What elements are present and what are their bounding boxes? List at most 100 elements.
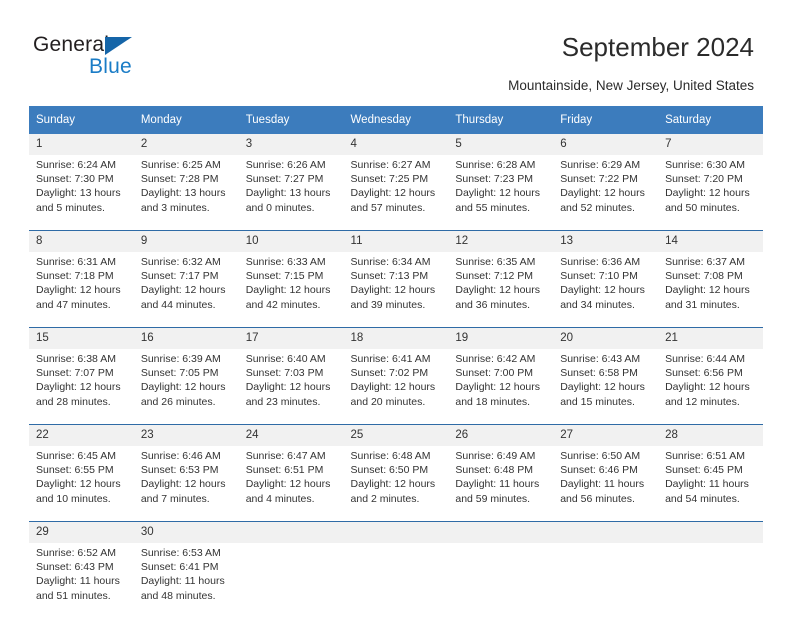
day-cell[interactable]: Sunrise: 6:37 AM Sunset: 7:08 PM Daylight:… <box>658 252 763 327</box>
day-number-row: 29 30 <box>29 522 763 543</box>
daylight-text-line1: Daylight: 12 hours <box>245 381 331 394</box>
daylight-text-line2: and 23 minutes. <box>245 395 321 408</box>
day-number[interactable]: 21 <box>658 328 763 349</box>
sunrise-text: Sunrise: 6:38 AM <box>36 353 116 365</box>
day-cell[interactable]: Sunrise: 6:30 AM Sunset: 7:20 PM Daylight:… <box>658 155 763 230</box>
day-cell[interactable]: Sunrise: 6:28 AM Sunset: 7:23 PM Daylight:… <box>448 155 554 230</box>
daylight-text-line2: and 47 minutes. <box>36 298 111 311</box>
day-cell[interactable]: Sunrise: 6:33 AM Sunset: 7:15 PM Daylight:… <box>238 252 344 327</box>
day-cell[interactable]: Sunrise: 6:43 AM Sunset: 6:58 PM Daylight:… <box>553 349 659 424</box>
day-number[interactable]: 12 <box>448 231 554 252</box>
daylight-text-line1: Daylight: 11 hours <box>665 478 749 491</box>
day-cell[interactable]: Sunrise: 6:51 AM Sunset: 6:45 PM Daylight:… <box>658 446 763 521</box>
day-cell-empty <box>343 543 449 618</box>
daylight-text-line1: Daylight: 13 hours <box>140 187 226 200</box>
day-cell[interactable]: Sunrise: 6:31 AM Sunset: 7:18 PM Daylight:… <box>29 252 134 327</box>
day-number[interactable]: 18 <box>343 328 449 349</box>
day-cell[interactable]: Sunrise: 6:32 AM Sunset: 7:17 PM Daylight:… <box>133 252 239 327</box>
day-cell[interactable]: Sunrise: 6:24 AM Sunset: 7:30 PM Daylight:… <box>29 155 134 230</box>
day-cell[interactable]: Sunrise: 6:41 AM Sunset: 7:02 PM Daylight:… <box>343 349 449 424</box>
daylight-text-line1: Daylight: 12 hours <box>665 381 750 394</box>
day-number[interactable]: 14 <box>658 231 763 252</box>
day-number[interactable]: 19 <box>448 328 554 349</box>
calendar-body: 1 2 3 4 5 6 7 Sunrise: 6:24 AM Sunset: 7:30 PM Da… <box>29 134 763 618</box>
day-number[interactable]: 26 <box>448 425 554 446</box>
day-cell[interactable]: Sunrise: 6:36 AM Sunset: 7:10 PM Daylight:… <box>553 252 659 327</box>
day-cell[interactable]: Sunrise: 6:29 AM Sunset: 7:22 PM Daylight:… <box>553 155 659 230</box>
day-cell[interactable]: Sunrise: 6:46 AM Sunset: 6:53 PM Daylight:… <box>133 446 239 521</box>
day-cell[interactable]: Sunrise: 6:45 AM Sunset: 6:55 PM Daylight:… <box>29 446 134 521</box>
day-number[interactable]: 2 <box>133 134 239 155</box>
day-cell[interactable]: Sunrise: 6:26 AM Sunset: 7:27 PM Daylight:… <box>238 155 344 230</box>
general-blue-logo[interactable]: General Blue <box>33 33 203 83</box>
day-cell[interactable]: Sunrise: 6:42 AM Sunset: 7:00 PM Daylight:… <box>448 349 554 424</box>
day-number[interactable]: 13 <box>553 231 659 252</box>
day-cell[interactable]: Sunrise: 6:52 AM Sunset: 6:43 PM Daylight:… <box>29 543 134 618</box>
day-number[interactable]: 25 <box>343 425 449 446</box>
day-cell[interactable]: Sunrise: 6:47 AM Sunset: 6:51 PM Daylight:… <box>238 446 344 521</box>
day-cell[interactable]: Sunrise: 6:49 AM Sunset: 6:48 PM Daylight:… <box>448 446 554 521</box>
daylight-text-line2: and 54 minutes. <box>665 492 740 505</box>
calendar-page: General Blue September 2024 Mountainside… <box>0 0 792 618</box>
day-cell[interactable]: Sunrise: 6:39 AM Sunset: 7:05 PM Daylight:… <box>133 349 239 424</box>
sunrise-text: Sunrise: 6:37 AM <box>665 256 746 268</box>
day-number[interactable]: 5 <box>448 134 554 155</box>
day-number[interactable]: 10 <box>238 231 344 252</box>
sunset-text: Sunset: 6:43 PM <box>36 561 114 574</box>
sunrise-text: Sunrise: 6:53 AM <box>140 547 221 559</box>
sunrise-text: Sunrise: 6:27 AM <box>350 159 431 171</box>
daylight-text-line1: Daylight: 12 hours <box>245 284 331 297</box>
sunrise-text: Sunrise: 6:31 AM <box>36 256 116 268</box>
daylight-text-line1: Daylight: 12 hours <box>36 284 121 297</box>
day-number[interactable]: 24 <box>238 425 344 446</box>
daylight-text-line2: and 59 minutes. <box>455 492 531 505</box>
sunrise-text: Sunrise: 6:46 AM <box>140 450 221 462</box>
day-number[interactable]: 1 <box>29 134 134 155</box>
day-details-row: Sunrise: 6:52 AM Sunset: 6:43 PM Daylight:… <box>29 543 763 618</box>
day-number[interactable]: 8 <box>29 231 134 252</box>
sunrise-text: Sunrise: 6:33 AM <box>245 256 326 268</box>
sunset-text: Sunset: 7:20 PM <box>665 173 743 186</box>
day-number[interactable]: 15 <box>29 328 134 349</box>
sunrise-text: Sunrise: 6:34 AM <box>350 256 431 268</box>
daylight-text-line1: Daylight: 12 hours <box>665 187 750 200</box>
day-number[interactable]: 11 <box>343 231 449 252</box>
day-number[interactable]: 29 <box>29 522 134 543</box>
day-cell[interactable]: Sunrise: 6:27 AM Sunset: 7:25 PM Daylight:… <box>343 155 449 230</box>
daylight-text-line2: and 20 minutes. <box>350 395 426 408</box>
day-cell[interactable]: Sunrise: 6:44 AM Sunset: 6:56 PM Daylight:… <box>658 349 763 424</box>
daylight-text-line1: Daylight: 12 hours <box>140 478 226 491</box>
day-number[interactable]: 7 <box>658 134 763 155</box>
day-number[interactable]: 4 <box>343 134 449 155</box>
day-number[interactable]: 9 <box>133 231 239 252</box>
daylight-text-line1: Daylight: 13 hours <box>245 187 331 200</box>
day-number-row: 22 23 24 25 26 27 28 <box>29 425 763 446</box>
day-number[interactable]: 28 <box>658 425 763 446</box>
daylight-text-line2: and 44 minutes. <box>140 298 216 311</box>
day-cell[interactable]: Sunrise: 6:34 AM Sunset: 7:13 PM Daylight:… <box>343 252 449 327</box>
daylight-text-line2: and 51 minutes. <box>36 589 111 602</box>
day-number[interactable]: 16 <box>133 328 239 349</box>
sunset-text: Sunset: 7:03 PM <box>245 367 324 380</box>
day-cell[interactable]: Sunrise: 6:35 AM Sunset: 7:12 PM Daylight:… <box>448 252 554 327</box>
day-number[interactable]: 27 <box>553 425 659 446</box>
day-cell[interactable]: Sunrise: 6:40 AM Sunset: 7:03 PM Daylight:… <box>238 349 344 424</box>
daylight-text-line2: and 31 minutes. <box>665 298 740 311</box>
sunrise-sunset-calendar: Sunday Monday Tuesday Wednesday Thursday… <box>29 106 763 618</box>
daylight-text-line2: and 28 minutes. <box>36 395 111 408</box>
day-number[interactable]: 22 <box>29 425 134 446</box>
day-number[interactable]: 30 <box>133 522 239 543</box>
day-number[interactable]: 20 <box>553 328 659 349</box>
day-number[interactable]: 17 <box>238 328 344 349</box>
sunset-text: Sunset: 6:45 PM <box>665 464 743 477</box>
day-cell[interactable]: Sunrise: 6:48 AM Sunset: 6:50 PM Daylight:… <box>343 446 449 521</box>
day-number[interactable]: 23 <box>133 425 239 446</box>
day-details-row: Sunrise: 6:24 AM Sunset: 7:30 PM Daylight:… <box>29 155 763 230</box>
day-cell[interactable]: Sunrise: 6:50 AM Sunset: 6:46 PM Daylight:… <box>553 446 659 521</box>
day-number[interactable]: 6 <box>553 134 659 155</box>
daylight-text-line2: and 10 minutes. <box>36 492 111 505</box>
day-cell[interactable]: Sunrise: 6:38 AM Sunset: 7:07 PM Daylight:… <box>29 349 134 424</box>
day-cell[interactable]: Sunrise: 6:25 AM Sunset: 7:28 PM Daylight:… <box>133 155 239 230</box>
day-cell[interactable]: Sunrise: 6:53 AM Sunset: 6:41 PM Daylight:… <box>133 543 239 618</box>
day-number[interactable]: 3 <box>238 134 344 155</box>
